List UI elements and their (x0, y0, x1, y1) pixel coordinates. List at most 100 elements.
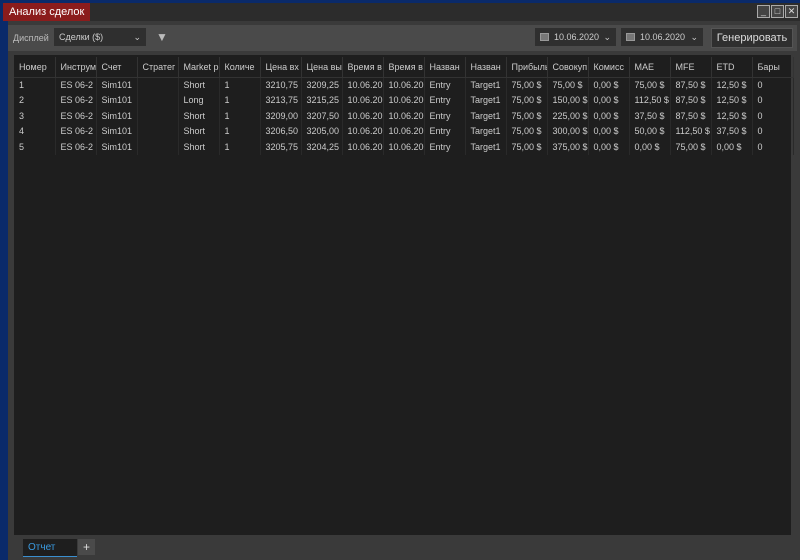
table-cell: 3213,75 (260, 92, 302, 108)
column-header[interactable]: MAE (629, 57, 671, 78)
table-cell: 10.06.20 (383, 139, 425, 155)
table-cell: 37,50 $ (629, 108, 671, 124)
table-cell: 0 (752, 123, 794, 139)
date-to-picker[interactable]: 10.06.2020 ⌄ (621, 28, 703, 46)
column-header[interactable]: Количе (219, 57, 261, 78)
table-cell: Sim101 (96, 139, 138, 155)
column-header[interactable]: Комисс (588, 57, 630, 78)
column-header[interactable]: Цена вх (260, 57, 302, 78)
tab-report[interactable]: Отчет (23, 539, 77, 557)
tab-strip: Отчет + (8, 536, 800, 560)
column-header[interactable]: Цена вы (301, 57, 343, 78)
table-cell: 3207,50 (301, 108, 343, 124)
column-header[interactable]: Назван (465, 57, 507, 78)
table-row[interactable]: 1 ES 06-2 Sim101 Short 1 3210,75 3209,25 10.06.… (14, 77, 794, 93)
table-cell: 0,00 $ (588, 92, 630, 108)
date-from-picker[interactable]: 10.06.2020 ⌄ (535, 28, 616, 46)
table-cell: 3210,75 (260, 77, 302, 93)
table-cell: ES 06-2 (55, 139, 97, 155)
table-cell: Sim101 (96, 108, 138, 124)
date-to: 10.06.2020 (640, 32, 686, 42)
table-cell: 5 (14, 139, 56, 155)
table-cell: 3206,50 (260, 123, 302, 139)
title-bar[interactable]: Анализ сделок _ □ ✕ (3, 3, 800, 21)
add-tab-button[interactable]: + (78, 539, 95, 555)
table-cell: 12,50 $ (711, 108, 753, 124)
table-cell: Target1 (465, 139, 507, 155)
table-cell: Sim101 (96, 77, 138, 93)
table-cell: 10.06.20 (383, 92, 425, 108)
table-cell: 37,50 $ (711, 123, 753, 139)
table-cell: ES 06-2 (55, 123, 97, 139)
table-cell: 75,00 $ (506, 123, 548, 139)
table-cell: 0,00 $ (588, 77, 630, 93)
column-header[interactable]: Инструм (55, 57, 97, 78)
table-cell: Entry (424, 108, 466, 124)
table-cell: 0 (752, 139, 794, 155)
column-header[interactable]: Время в (342, 57, 384, 78)
table-cell: 10.06.20 (383, 77, 425, 93)
minimize-button[interactable]: _ (757, 5, 770, 18)
table-cell: 375,00 $ (547, 139, 589, 155)
table-cell: 225,00 $ (547, 108, 589, 124)
column-header[interactable]: Счет (96, 57, 138, 78)
column-header[interactable]: MFE (670, 57, 712, 78)
maximize-button[interactable]: □ (771, 5, 784, 18)
display-value: Сделки ($) (59, 32, 104, 42)
column-header[interactable]: Market p (178, 57, 220, 78)
table-cell: 1 (219, 123, 261, 139)
table-cell: 3215,25 (301, 92, 343, 108)
column-header[interactable]: Совокуп (547, 57, 589, 78)
table-cell: Short (178, 77, 220, 93)
table-cell: 3205,75 (260, 139, 302, 155)
column-header[interactable]: ETD (711, 57, 753, 78)
table-cell: 75,00 $ (506, 139, 548, 155)
table-cell: Short (178, 139, 220, 155)
table-cell (137, 77, 179, 93)
trades-table: Номер Инструм Счет Стратег Market p Количе Цен… (14, 57, 794, 155)
table-cell: 150,00 $ (547, 92, 589, 108)
table-cell: 0 (752, 108, 794, 124)
table-cell: 75,00 $ (506, 77, 548, 93)
calendar-icon (626, 33, 635, 41)
trades-grid: Номер Инструм Счет Стратег Market p Количе Цен… (13, 54, 794, 536)
column-header[interactable]: Время в (383, 57, 425, 78)
table-cell: 10.06.20 (342, 77, 384, 93)
column-header[interactable]: Номер (14, 57, 56, 78)
generate-button[interactable]: Генерировать (711, 28, 793, 48)
trade-analysis-window: Анализ сделок _ □ ✕ Дисплей Сделки ($) ⌄… (3, 3, 800, 560)
table-cell: 1 (219, 139, 261, 155)
column-header[interactable]: Бары (752, 57, 794, 78)
table-cell: 10.06.20 (342, 139, 384, 155)
chevron-down-icon: ⌄ (690, 32, 698, 42)
column-header[interactable]: Стратег (137, 57, 179, 78)
table-cell: 3209,00 (260, 108, 302, 124)
display-select[interactable]: Сделки ($) ⌄ (54, 28, 146, 46)
table-cell: 75,00 $ (506, 108, 548, 124)
table-cell: 10.06.20 (342, 92, 384, 108)
date-from: 10.06.2020 (554, 32, 600, 42)
table-cell: 0 (752, 77, 794, 93)
table-row[interactable]: 3 ES 06-2 Sim101 Short 1 3209,00 3207,50 10.06.… (14, 108, 794, 124)
table-cell: 75,00 $ (670, 139, 712, 155)
table-cell: Entry (424, 123, 466, 139)
table-cell: Entry (424, 139, 466, 155)
filter-icon[interactable]: ▼ (156, 30, 168, 44)
chevron-down-icon: ⌄ (603, 32, 611, 42)
column-header[interactable]: Прибыль (506, 57, 548, 78)
table-row[interactable]: 2 ES 06-2 Sim101 Long 1 3213,75 3215,25 10.06.2… (14, 92, 794, 108)
table-cell: 3 (14, 108, 56, 124)
window-title: Анализ сделок (3, 3, 91, 21)
table-cell: Sim101 (96, 123, 138, 139)
table-cell: 112,50 $ (629, 92, 671, 108)
column-header[interactable]: Назван (424, 57, 466, 78)
table-cell: 1 (14, 77, 56, 93)
table-row[interactable]: 5 ES 06-2 Sim101 Short 1 3205,75 3204,25 10.06.… (14, 139, 794, 155)
close-button[interactable]: ✕ (785, 5, 798, 18)
chevron-down-icon: ⌄ (133, 32, 141, 42)
table-row[interactable]: 4 ES 06-2 Sim101 Short 1 3206,50 3205,00 10.06.… (14, 123, 794, 139)
table-cell: 10.06.20 (342, 108, 384, 124)
table-cell (137, 92, 179, 108)
table-cell: ES 06-2 (55, 77, 97, 93)
table-cell: ES 06-2 (55, 108, 97, 124)
